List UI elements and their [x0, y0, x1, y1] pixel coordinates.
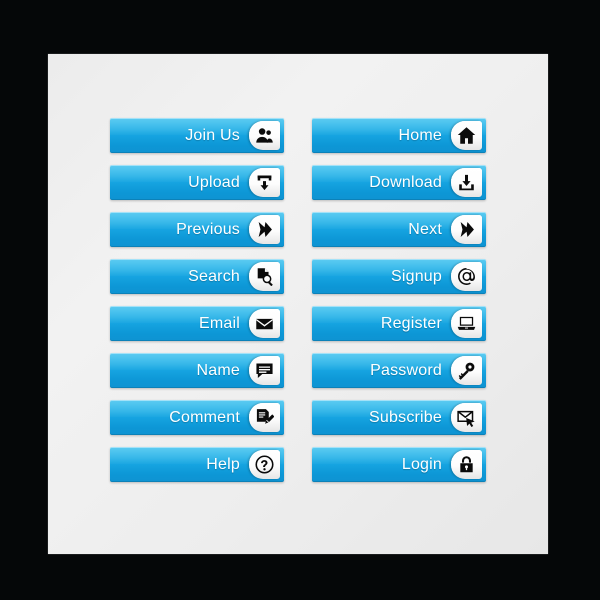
question-mark-circle-icon — [255, 455, 274, 474]
button-label: Download — [369, 174, 442, 191]
envelope-cursor-icon — [457, 408, 476, 427]
speech-bubble-icon — [255, 361, 274, 380]
button-icon-plate — [451, 356, 482, 385]
button-join-us[interactable]: Join Us — [110, 118, 284, 153]
button-next[interactable]: Next — [312, 212, 486, 247]
download-arrow-icon — [457, 173, 476, 192]
screenshot-root: Join Us Upload Previous Search Email Name Comm… — [0, 0, 600, 600]
button-icon-plate — [249, 403, 280, 432]
button-label: Comment — [169, 409, 240, 426]
button-subscribe[interactable]: Subscribe — [312, 400, 486, 435]
padlock-icon — [457, 455, 476, 474]
button-upload[interactable]: Upload — [110, 165, 284, 200]
button-icon-plate — [249, 215, 280, 244]
button-icon-plate — [249, 356, 280, 385]
button-help[interactable]: Help — [110, 447, 284, 482]
arrow-right-icon — [255, 220, 274, 239]
button-label: Help — [206, 456, 240, 473]
button-login[interactable]: Login — [312, 447, 486, 482]
upload-arrow-icon — [255, 173, 274, 192]
button-label: Login — [401, 456, 442, 473]
button-column-right: Home Download Next Signup Register Password Su… — [312, 118, 486, 554]
button-label: Password — [370, 362, 442, 379]
users-icon — [255, 126, 274, 145]
button-label: Email — [198, 315, 240, 332]
key-icon — [457, 361, 476, 380]
envelope-icon — [255, 314, 274, 333]
arrow-right-icon — [457, 220, 476, 239]
button-signup[interactable]: Signup — [312, 259, 486, 294]
button-icon-plate — [451, 168, 482, 197]
button-label: Home — [398, 127, 442, 144]
document-pen-icon — [255, 408, 274, 427]
button-download[interactable]: Download — [312, 165, 486, 200]
button-label: Search — [188, 268, 240, 285]
button-search[interactable]: Search — [110, 259, 284, 294]
button-icon-plate — [249, 450, 280, 479]
button-icon-plate — [249, 309, 280, 338]
document-magnifier-icon — [255, 267, 274, 286]
button-label: Join Us — [185, 127, 240, 144]
button-password[interactable]: Password — [312, 353, 486, 388]
button-label: Subscribe — [369, 409, 442, 426]
button-icon-plate — [451, 309, 482, 338]
button-label: Signup — [390, 268, 442, 285]
button-icon-plate — [249, 262, 280, 291]
button-icon-plate — [249, 168, 280, 197]
button-label: Name — [196, 362, 240, 379]
button-icon-plate — [451, 215, 482, 244]
button-icon-plate — [451, 121, 482, 150]
button-previous[interactable]: Previous — [110, 212, 284, 247]
button-register[interactable]: Register — [312, 306, 486, 341]
laptop-icon — [457, 314, 476, 333]
button-column-left: Join Us Upload Previous Search Email Name Comm… — [110, 118, 284, 554]
button-icon-plate — [249, 121, 280, 150]
button-label: Previous — [176, 221, 240, 238]
button-label: Register — [380, 315, 442, 332]
button-icon-plate — [451, 403, 482, 432]
button-grid: Join Us Upload Previous Search Email Name Comm… — [48, 54, 548, 554]
button-email[interactable]: Email — [110, 306, 284, 341]
button-icon-plate — [451, 450, 482, 479]
house-icon — [457, 126, 476, 145]
button-icon-plate — [451, 262, 482, 291]
button-label: Upload — [188, 174, 240, 191]
button-set-card: Join Us Upload Previous Search Email Name Comm… — [48, 54, 548, 554]
button-home[interactable]: Home — [312, 118, 486, 153]
button-comment[interactable]: Comment — [110, 400, 284, 435]
button-name[interactable]: Name — [110, 353, 284, 388]
button-label: Next — [408, 221, 442, 238]
at-sign-icon — [457, 267, 476, 286]
